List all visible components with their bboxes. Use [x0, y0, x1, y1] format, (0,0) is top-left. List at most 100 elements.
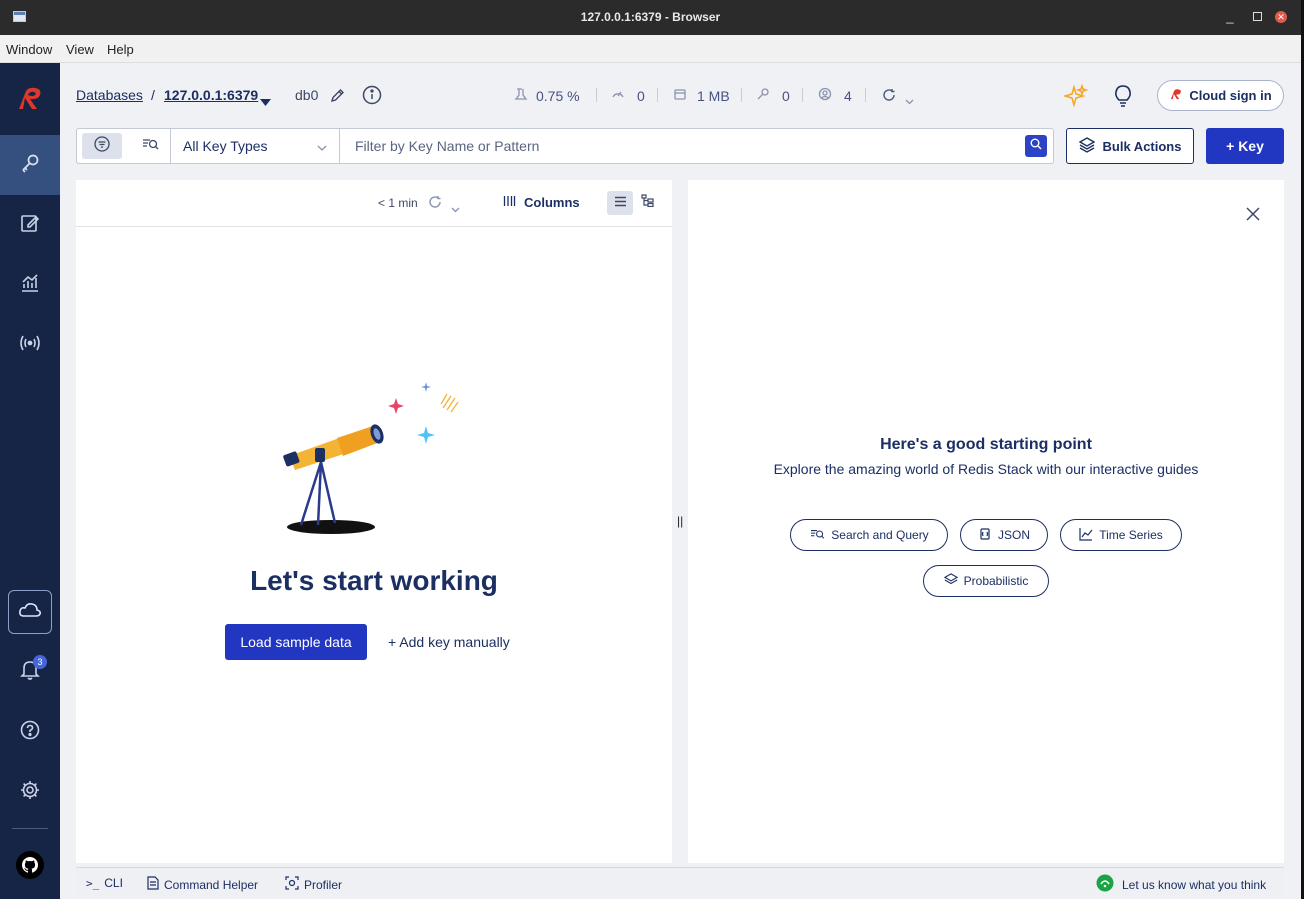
cloud-sign-in-button[interactable]: Cloud sign in [1157, 80, 1284, 111]
lightbulb-icon[interactable] [1113, 84, 1133, 113]
terminal-icon: >_ [86, 876, 100, 890]
stat-divider [596, 88, 597, 102]
menu-window[interactable]: Window [6, 42, 52, 57]
key-filter-input[interactable]: Filter by Key Name or Pattern [355, 138, 539, 154]
help-icon [19, 719, 41, 746]
search-button[interactable] [1025, 135, 1047, 157]
cli-tab-label: CLI [104, 876, 123, 890]
auto-refresh-icon[interactable] [882, 88, 896, 107]
json-icon [978, 527, 992, 544]
menu-bar: Window View Help [0, 35, 1301, 63]
list-view-button[interactable] [607, 191, 633, 215]
key-icon [756, 87, 770, 104]
add-key-manually-link[interactable]: + Add key manually [388, 634, 510, 650]
caret-down-icon[interactable] [260, 93, 271, 111]
guide-json-label: JSON [997, 528, 1030, 542]
notification-badge: 3 [33, 655, 47, 669]
load-sample-data-button[interactable]: Load sample data [225, 624, 367, 660]
analytics-chart-icon [19, 272, 41, 299]
command-helper-tab[interactable]: Command Helper [147, 876, 258, 893]
gear-icon [19, 779, 41, 806]
sparkles-ai-icon[interactable] [1062, 83, 1089, 113]
stat-divider [657, 88, 658, 102]
maximize-button[interactable] [1249, 10, 1265, 23]
stat-divider [802, 88, 803, 102]
stat-ops-value: 0 [637, 87, 645, 104]
add-key-button[interactable]: + Key [1206, 128, 1284, 164]
breadcrumb-separator: / [151, 87, 155, 103]
sidebar: 3 [0, 63, 60, 899]
command-helper-label: Command Helper [164, 877, 259, 892]
guide-json-button[interactable]: JSON [960, 519, 1048, 551]
panel-resize-handle[interactable]: || [677, 514, 683, 528]
minimize-button[interactable]: _ [1222, 9, 1238, 24]
chevron-down-icon[interactable] [451, 200, 460, 218]
layers-icon [1078, 136, 1095, 156]
tree-icon [640, 194, 654, 212]
filter-bar: All Key Types Filter by Key Name or Patt… [76, 128, 1054, 164]
chevron-down-icon [317, 139, 327, 155]
stat-keys: 0 [756, 87, 790, 104]
nav-browser[interactable] [0, 135, 60, 195]
edit-document-icon [19, 212, 41, 239]
breadcrumb-instance[interactable]: 127.0.0.1:6379 [164, 87, 258, 103]
github-icon[interactable] [16, 851, 44, 879]
guide-probabilistic-button[interactable]: Probabilistic [923, 565, 1049, 597]
guide-search-and-query-label: Search and Query [831, 528, 929, 542]
nav-analysis[interactable] [0, 255, 60, 315]
menu-help[interactable]: Help [107, 42, 134, 57]
guide-time-series-label: Time Series [1099, 528, 1163, 542]
window-title: 127.0.0.1:6379 - Browser [580, 10, 721, 24]
memory-icon [673, 87, 687, 104]
pencil-icon[interactable] [330, 88, 345, 108]
guide-time-series-button[interactable]: Time Series [1060, 519, 1182, 551]
columns-icon [503, 195, 516, 210]
close-icon[interactable] [1246, 207, 1260, 226]
refresh-icon[interactable] [428, 195, 442, 214]
guide-search-and-query-button[interactable]: Search and Query [790, 519, 948, 551]
stat-cpu-value: 0.75 % [536, 87, 580, 104]
redis-logo-icon[interactable] [0, 63, 60, 135]
filter-icon [94, 135, 110, 157]
menu-view[interactable]: View [66, 42, 94, 57]
view-toggle [82, 133, 170, 159]
search-index-mode-button[interactable] [130, 133, 170, 159]
nav-settings[interactable] [0, 762, 60, 822]
key-type-select[interactable]: All Key Types [170, 129, 340, 163]
columns-label: Columns [524, 195, 580, 210]
profiler-tab[interactable]: Profiler [285, 876, 342, 893]
feedback-label: Let us know what you think [1122, 877, 1267, 892]
feedback-link[interactable]: Let us know what you think [1096, 874, 1266, 895]
guides-subtitle: Explore the amazing world of Redis Stack… [773, 461, 1199, 477]
document-icon [147, 876, 159, 893]
stat-clients-value: 4 [844, 87, 852, 104]
nav-workbench[interactable] [0, 195, 60, 255]
breadcrumb-databases[interactable]: Databases [76, 87, 143, 103]
stat-divider [741, 88, 742, 102]
nav-notifications[interactable] [0, 641, 60, 701]
info-icon[interactable] [362, 85, 382, 110]
stat-memory-value: 1 MB [697, 87, 730, 104]
cli-tab[interactable]: >_ CLI [86, 876, 123, 890]
chevron-down-icon[interactable] [905, 92, 914, 110]
columns-button[interactable]: Columns [503, 195, 580, 210]
profiler-icon [285, 876, 299, 893]
stat-keys-value: 0 [782, 87, 790, 104]
feedback-icon [1096, 874, 1114, 895]
key-list-header: < 1 min Columns [76, 180, 672, 227]
nav-pubsub[interactable] [0, 315, 60, 375]
tree-view-button[interactable] [634, 191, 660, 215]
line-chart-icon [1079, 527, 1093, 544]
bottom-bar: >_ CLI Command Helper Profiler Let us kn… [76, 867, 1284, 896]
gauge-icon [611, 87, 625, 104]
bulk-actions-button[interactable]: Bulk Actions [1066, 128, 1194, 164]
broadcast-icon [18, 333, 42, 358]
nav-help[interactable] [0, 702, 60, 762]
cloud-button[interactable] [8, 590, 52, 634]
stat-cpu: 0.75 % [514, 87, 580, 104]
close-window-button[interactable]: ✕ [1275, 11, 1287, 23]
bulk-actions-label: Bulk Actions [1102, 138, 1182, 154]
search-index-icon [141, 137, 159, 156]
filter-mode-button[interactable] [82, 133, 122, 159]
stat-clients: 4 [818, 87, 852, 104]
